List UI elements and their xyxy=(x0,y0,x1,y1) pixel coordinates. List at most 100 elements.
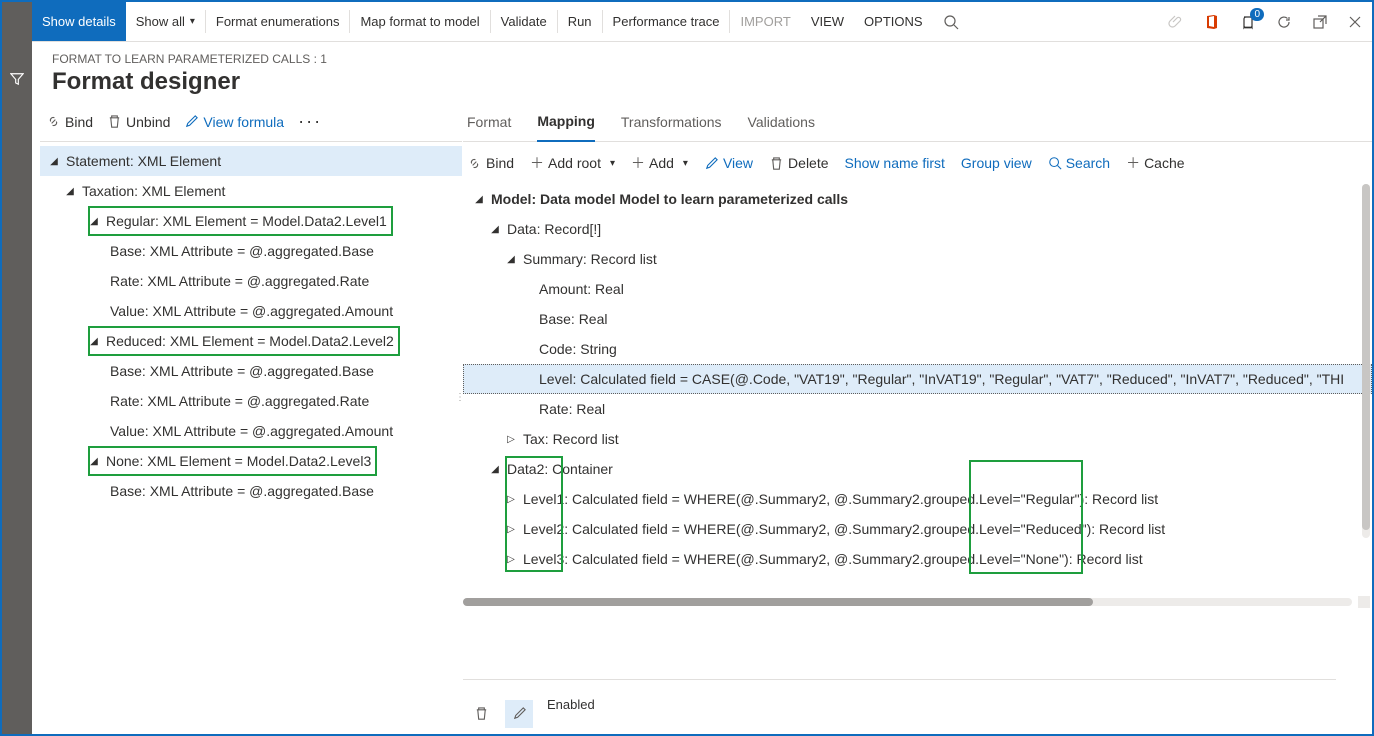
expand-icon[interactable]: ▷ xyxy=(505,434,517,445)
collapse-icon[interactable]: ◢ xyxy=(473,194,485,205)
add-button[interactable]: ＋Add▾ xyxy=(631,153,688,173)
tree-label: Data: Record[!] xyxy=(501,221,601,237)
collapse-icon[interactable]: ◢ xyxy=(489,464,501,475)
tab-mapping[interactable]: Mapping xyxy=(537,102,595,142)
tree-row-taxation[interactable]: ◢Taxation: XML Element xyxy=(40,176,462,206)
tree-row-statement[interactable]: ◢Statement: XML Element xyxy=(40,146,462,176)
expand-icon[interactable]: ▷ xyxy=(505,524,517,535)
tree-row-base[interactable]: Base: XML Attribute = @.aggregated.Base xyxy=(40,236,462,266)
tree-row-summary[interactable]: ◢Summary: Record list xyxy=(463,244,1372,274)
tab-validations[interactable]: Validations xyxy=(748,102,815,142)
performance-trace-button[interactable]: Performance trace xyxy=(603,2,730,41)
office-icon[interactable] xyxy=(1194,2,1230,41)
search-button[interactable]: Search xyxy=(1048,155,1110,171)
view-button[interactable]: VIEW xyxy=(801,2,854,41)
filter-icon[interactable] xyxy=(10,72,24,86)
tree-row-rate[interactable]: Rate: XML Attribute = @.aggregated.Rate xyxy=(40,386,462,416)
close-icon[interactable] xyxy=(1338,2,1372,41)
tree-row-level2[interactable]: ▷Level2: Calculated field = WHERE(@.Summ… xyxy=(463,514,1372,544)
tab-format[interactable]: Format xyxy=(467,102,511,142)
tree-label: Level2: Calculated field = WHERE(@.Summa… xyxy=(517,521,1165,537)
tree-row-none[interactable]: ◢None: XML Element = Model.Data2.Level3 xyxy=(88,446,377,476)
view-button[interactable]: View xyxy=(704,155,753,171)
tree-label: Base: XML Attribute = @.aggregated.Base xyxy=(104,363,374,379)
bind-button[interactable]: Bind xyxy=(46,114,93,130)
mapping-panel: Format Mapping Transformations Validatio… xyxy=(462,102,1372,734)
delete-button[interactable]: Delete xyxy=(769,155,828,171)
collapse-icon[interactable]: ◢ xyxy=(48,156,60,167)
tree-row-base[interactable]: Base: XML Attribute = @.aggregated.Base xyxy=(40,356,462,386)
delete-label: Delete xyxy=(788,155,828,171)
show-name-first-button[interactable]: Show name first xyxy=(845,155,945,171)
cache-button[interactable]: ＋Cache xyxy=(1126,153,1184,173)
tree-row-reduced[interactable]: ◢Reduced: XML Element = Model.Data2.Leve… xyxy=(88,326,400,356)
delete-icon[interactable] xyxy=(467,700,495,728)
show-all-button[interactable]: Show all▾ xyxy=(126,2,205,41)
format-enumerations-button[interactable]: Format enumerations xyxy=(206,2,350,41)
tree-label: Base: XML Attribute = @.aggregated.Base xyxy=(104,243,374,259)
more-button[interactable]: ··· xyxy=(298,111,322,132)
bind-label: Bind xyxy=(486,155,514,171)
tree-row-level1[interactable]: ▷Level1: Calculated field = WHERE(@.Summ… xyxy=(463,484,1372,514)
options-button[interactable]: OPTIONS xyxy=(854,2,933,41)
tree-row-value[interactable]: Value: XML Attribute = @.aggregated.Amou… xyxy=(40,296,462,326)
tree-row-regular[interactable]: ◢Regular: XML Element = Model.Data2.Leve… xyxy=(88,206,393,236)
search-icon[interactable] xyxy=(933,2,969,41)
collapse-icon[interactable]: ◢ xyxy=(489,224,501,235)
refresh-icon[interactable] xyxy=(1266,2,1302,41)
view-formula-label: View formula xyxy=(203,114,284,130)
tree-row-rate[interactable]: Rate: Real xyxy=(463,394,1372,424)
filter-rail xyxy=(2,2,32,734)
tree-row-level[interactable]: Level: Calculated field = CASE(@.Code, "… xyxy=(463,364,1372,394)
tree-row-base[interactable]: Base: Real xyxy=(463,304,1372,334)
bind-button[interactable]: Bind xyxy=(467,155,514,171)
tree-row-amount[interactable]: Amount: Real xyxy=(463,274,1372,304)
validate-button[interactable]: Validate xyxy=(491,2,557,41)
show-details-button[interactable]: Show details xyxy=(32,2,126,41)
horizontal-scrollbar[interactable] xyxy=(463,598,1352,610)
breadcrumb: FORMAT TO LEARN PARAMETERIZED CALLS : 1 xyxy=(52,52,1352,66)
mapping-tree: ◢Model: Data model Model to learn parame… xyxy=(463,184,1372,574)
collapse-icon[interactable]: ◢ xyxy=(88,336,100,347)
chevron-down-icon: ▾ xyxy=(683,158,688,169)
tree-row-value[interactable]: Value: XML Attribute = @.aggregated.Amou… xyxy=(40,416,462,446)
add-root-button[interactable]: ＋Add root▾ xyxy=(530,153,615,173)
collapse-icon[interactable]: ◢ xyxy=(505,254,517,265)
tree-row-model[interactable]: ◢Model: Data model Model to learn parame… xyxy=(463,184,1372,214)
notifications-icon[interactable]: 0 xyxy=(1230,2,1266,41)
collapse-icon[interactable]: ◢ xyxy=(88,456,100,467)
tab-transformations[interactable]: Transformations xyxy=(621,102,722,142)
tree-label: Rate: XML Attribute = @.aggregated.Rate xyxy=(104,273,369,289)
tree-row-base[interactable]: Base: XML Attribute = @.aggregated.Base xyxy=(40,476,462,506)
import-button[interactable]: IMPORT xyxy=(730,2,800,41)
tree-row-code[interactable]: Code: String xyxy=(463,334,1372,364)
format-tree-panel: Bind Unbind View formula ··· ◢Statement:… xyxy=(32,102,462,734)
edit-icon[interactable] xyxy=(505,700,533,728)
tree-label: Level1: Calculated field = WHERE(@.Summa… xyxy=(517,491,1158,507)
dots-icon: ··· xyxy=(298,111,322,132)
popout-icon[interactable] xyxy=(1302,2,1338,41)
collapse-icon[interactable]: ◢ xyxy=(64,186,76,197)
tree-label: Reduced: XML Element = Model.Data2.Level… xyxy=(100,333,394,349)
tree-row-data2[interactable]: ◢Data2: Container xyxy=(463,454,1372,484)
attach-icon[interactable] xyxy=(1158,2,1194,41)
map-format-button[interactable]: Map format to model xyxy=(350,2,489,41)
run-button[interactable]: Run xyxy=(558,2,602,41)
tree-row-rate[interactable]: Rate: XML Attribute = @.aggregated.Rate xyxy=(40,266,462,296)
unbind-button[interactable]: Unbind xyxy=(107,114,170,130)
tree-row-tax[interactable]: ▷Tax: Record list xyxy=(463,424,1372,454)
pencil-icon xyxy=(704,156,719,171)
tree-label: Tax: Record list xyxy=(517,431,619,447)
tree-row-data[interactable]: ◢Data: Record[!] xyxy=(463,214,1372,244)
show-all-label: Show all xyxy=(136,14,185,29)
tree-label: Rate: XML Attribute = @.aggregated.Rate xyxy=(104,393,369,409)
view-label: View xyxy=(723,155,753,171)
collapse-icon[interactable]: ◢ xyxy=(88,216,100,227)
vertical-scrollbar[interactable] xyxy=(1358,184,1372,538)
view-formula-button[interactable]: View formula xyxy=(184,114,284,130)
tree-row-level3[interactable]: ▷Level3: Calculated field = WHERE(@.Summ… xyxy=(463,544,1372,574)
expand-icon[interactable]: ▷ xyxy=(505,554,517,565)
expand-icon[interactable]: ▷ xyxy=(505,494,517,505)
group-view-button[interactable]: Group view xyxy=(961,155,1032,171)
tree-label: Level: Calculated field = CASE(@.Code, "… xyxy=(533,371,1344,387)
